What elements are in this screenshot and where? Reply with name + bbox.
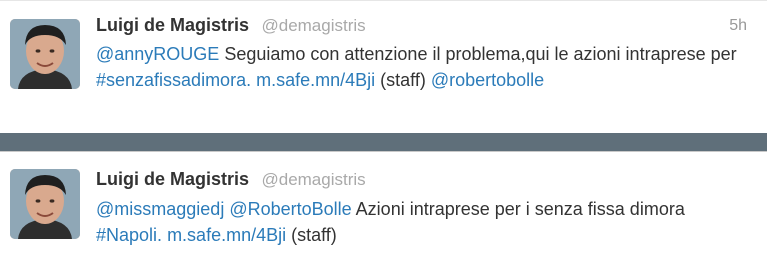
hashtag-link[interactable]: #Napoli. [96, 225, 162, 245]
tweet-text: @annyROUGE Seguiamo con attenzione il pr… [96, 41, 746, 93]
hashtag-link[interactable]: #senzafissadimora. [96, 70, 251, 90]
mention-link[interactable]: @missmaggiedj [96, 199, 224, 219]
tweet-text-part: (staff) [375, 70, 431, 90]
url-link[interactable]: m.safe.mn/4Bji [256, 70, 375, 90]
avatar[interactable] [10, 169, 80, 239]
tweet-text-part: Azioni intraprese per i senza fissa dimo… [351, 199, 685, 219]
mention-link[interactable]: @annyROUGE [96, 44, 219, 64]
tweet-timestamp[interactable]: 5h [729, 17, 747, 35]
tweet-header: Luigi de Magistris @demagistris [96, 15, 366, 36]
mention-link[interactable]: @RobertoBolle [229, 199, 351, 219]
url-link[interactable]: m.safe.mn/4Bji [167, 225, 286, 245]
author-handle[interactable]: @demagistris [261, 170, 365, 189]
tweet-header: Luigi de Magistris @demagistris [96, 169, 366, 190]
mention-link[interactable]: @robertobolle [431, 70, 544, 90]
tweet[interactable]: Luigi de Magistris @demagistris @missmag… [0, 151, 767, 259]
author-name[interactable]: Luigi de Magistris [96, 169, 249, 189]
author-handle[interactable]: @demagistris [261, 16, 365, 35]
tweet-text: @missmaggiedj @RobertoBolle Azioni intra… [96, 196, 746, 248]
author-name[interactable]: Luigi de Magistris [96, 15, 249, 35]
tweet[interactable]: Luigi de Magistris @demagistris 5h @anny… [0, 0, 767, 133]
tweet-text-part: Seguiamo con attenzione il problema,qui … [219, 44, 737, 64]
avatar[interactable] [10, 19, 80, 89]
tweet-text-part: (staff) [286, 225, 337, 245]
